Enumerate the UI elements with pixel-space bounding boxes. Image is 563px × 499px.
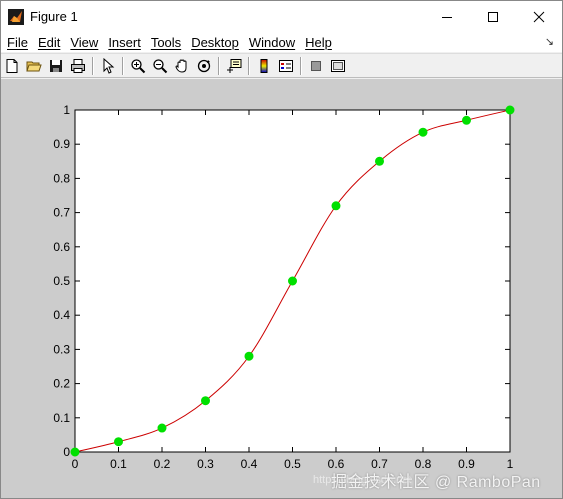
menu-window[interactable]: Window [244,35,300,50]
y-tick-label: 0.8 [53,171,70,185]
hide-plot-tools-button[interactable] [305,55,327,77]
new-figure-button[interactable] [1,55,23,77]
x-tick-label: 0.4 [241,457,258,471]
data-point-marker [114,437,123,447]
data-point-marker [201,396,210,406]
data-point-marker [505,105,515,115]
show-plot-tools-button[interactable] [327,55,349,77]
data-cursor-button[interactable] [223,55,245,77]
data-point-marker [244,351,254,361]
save-icon [50,59,62,72]
toolbar-separator [218,56,220,75]
show-plot-tools-icon [331,59,345,72]
print-button[interactable] [67,55,89,77]
title-bar: Figure 1 [1,1,562,32]
menu-tools[interactable]: Tools [146,35,186,50]
zoom-out-icon [153,58,168,73]
figure-toolbar [1,53,562,78]
print-icon [71,58,85,73]
zoom-out-button[interactable] [149,55,171,77]
x-tick-label: 0.1 [110,457,127,471]
rotate-3d-button[interactable] [193,55,215,77]
figure-canvas: 0 0.1 0.2 0.3 0.4 0.5 0.6 0.7 0.8 0.9 1 0 0.1 0.2 0.3 0… [1,79,562,498]
menu-desktop[interactable]: Desktop [186,35,244,50]
data-point-marker [375,156,384,166]
y-tick-label: 0.6 [53,240,70,254]
pointer-button[interactable] [97,55,119,77]
data-cursor-icon [227,58,242,73]
colorbar-button[interactable] [253,55,275,77]
pan-button[interactable] [171,55,193,77]
data-point-marker [331,201,341,211]
y-tick-label: 0.4 [53,308,70,322]
data-point-marker [462,115,471,125]
y-tick-label: 0.9 [53,137,70,151]
new-figure-icon [6,58,18,73]
toolbar-separator [248,56,250,75]
watermark-text: 掘金技术社区 @ RamboPan [331,474,541,491]
data-point-marker [418,127,428,137]
toolbar-separator [300,56,302,75]
dock-arrow-icon[interactable]: ↘ [545,35,554,48]
menu-help[interactable]: Help [300,35,337,50]
legend-icon [279,59,293,72]
minimize-button[interactable] [424,1,470,32]
y-tick-label: 0.7 [53,206,70,220]
data-point-marker [70,447,80,457]
menu-insert[interactable]: Insert [103,35,146,50]
pan-icon [175,58,187,73]
close-icon [533,11,545,22]
data-point-marker [157,423,167,433]
menu-file[interactable]: File [1,35,33,50]
menu-view[interactable]: View [65,35,103,50]
toolbar-separator [122,56,124,75]
rotate-icon [197,59,211,72]
maximize-icon [488,11,498,22]
pointer-icon [103,57,115,74]
close-button[interactable] [516,1,562,32]
data-point-marker [288,276,297,286]
y-tick-label: 0.1 [53,411,70,425]
window-title: Figure 1 [30,9,78,24]
hide-plot-tools-icon [311,60,321,71]
y-tick-label: 0.2 [53,377,70,391]
zoom-in-button[interactable] [127,55,149,77]
plot-svg: 0 0.1 0.2 0.3 0.4 0.5 0.6 0.7 0.8 0.9 1 0 0.1 0.2 0.3 0… [53,103,515,471]
toolbar-separator [92,56,94,75]
y-tick-label: 0.5 [53,274,70,288]
minimize-icon [442,16,452,18]
y-tick-label: 1 [63,103,70,117]
x-tick-label: 0.5 [284,457,301,471]
menu-bar: File Edit View Insert Tools Desktop Wind… [1,32,562,52]
x-tick-label: 0.3 [197,457,214,471]
open-icon [26,61,42,71]
y-tick-label: 0 [63,445,70,459]
legend-button[interactable] [275,55,297,77]
zoom-in-icon [131,58,146,73]
save-button[interactable] [45,55,67,77]
figure-window: Figure 1 File Edit View Insert Tools Des… [0,0,563,499]
maximize-button[interactable] [470,1,516,32]
colorbar-icon [260,58,268,73]
x-tick-label: 0.2 [154,457,171,471]
matlab-logo-icon [8,8,24,25]
y-tick-label: 0.3 [53,342,70,356]
x-tick-label: 0 [72,457,79,471]
open-button[interactable] [23,55,45,77]
menu-edit[interactable]: Edit [33,35,65,50]
